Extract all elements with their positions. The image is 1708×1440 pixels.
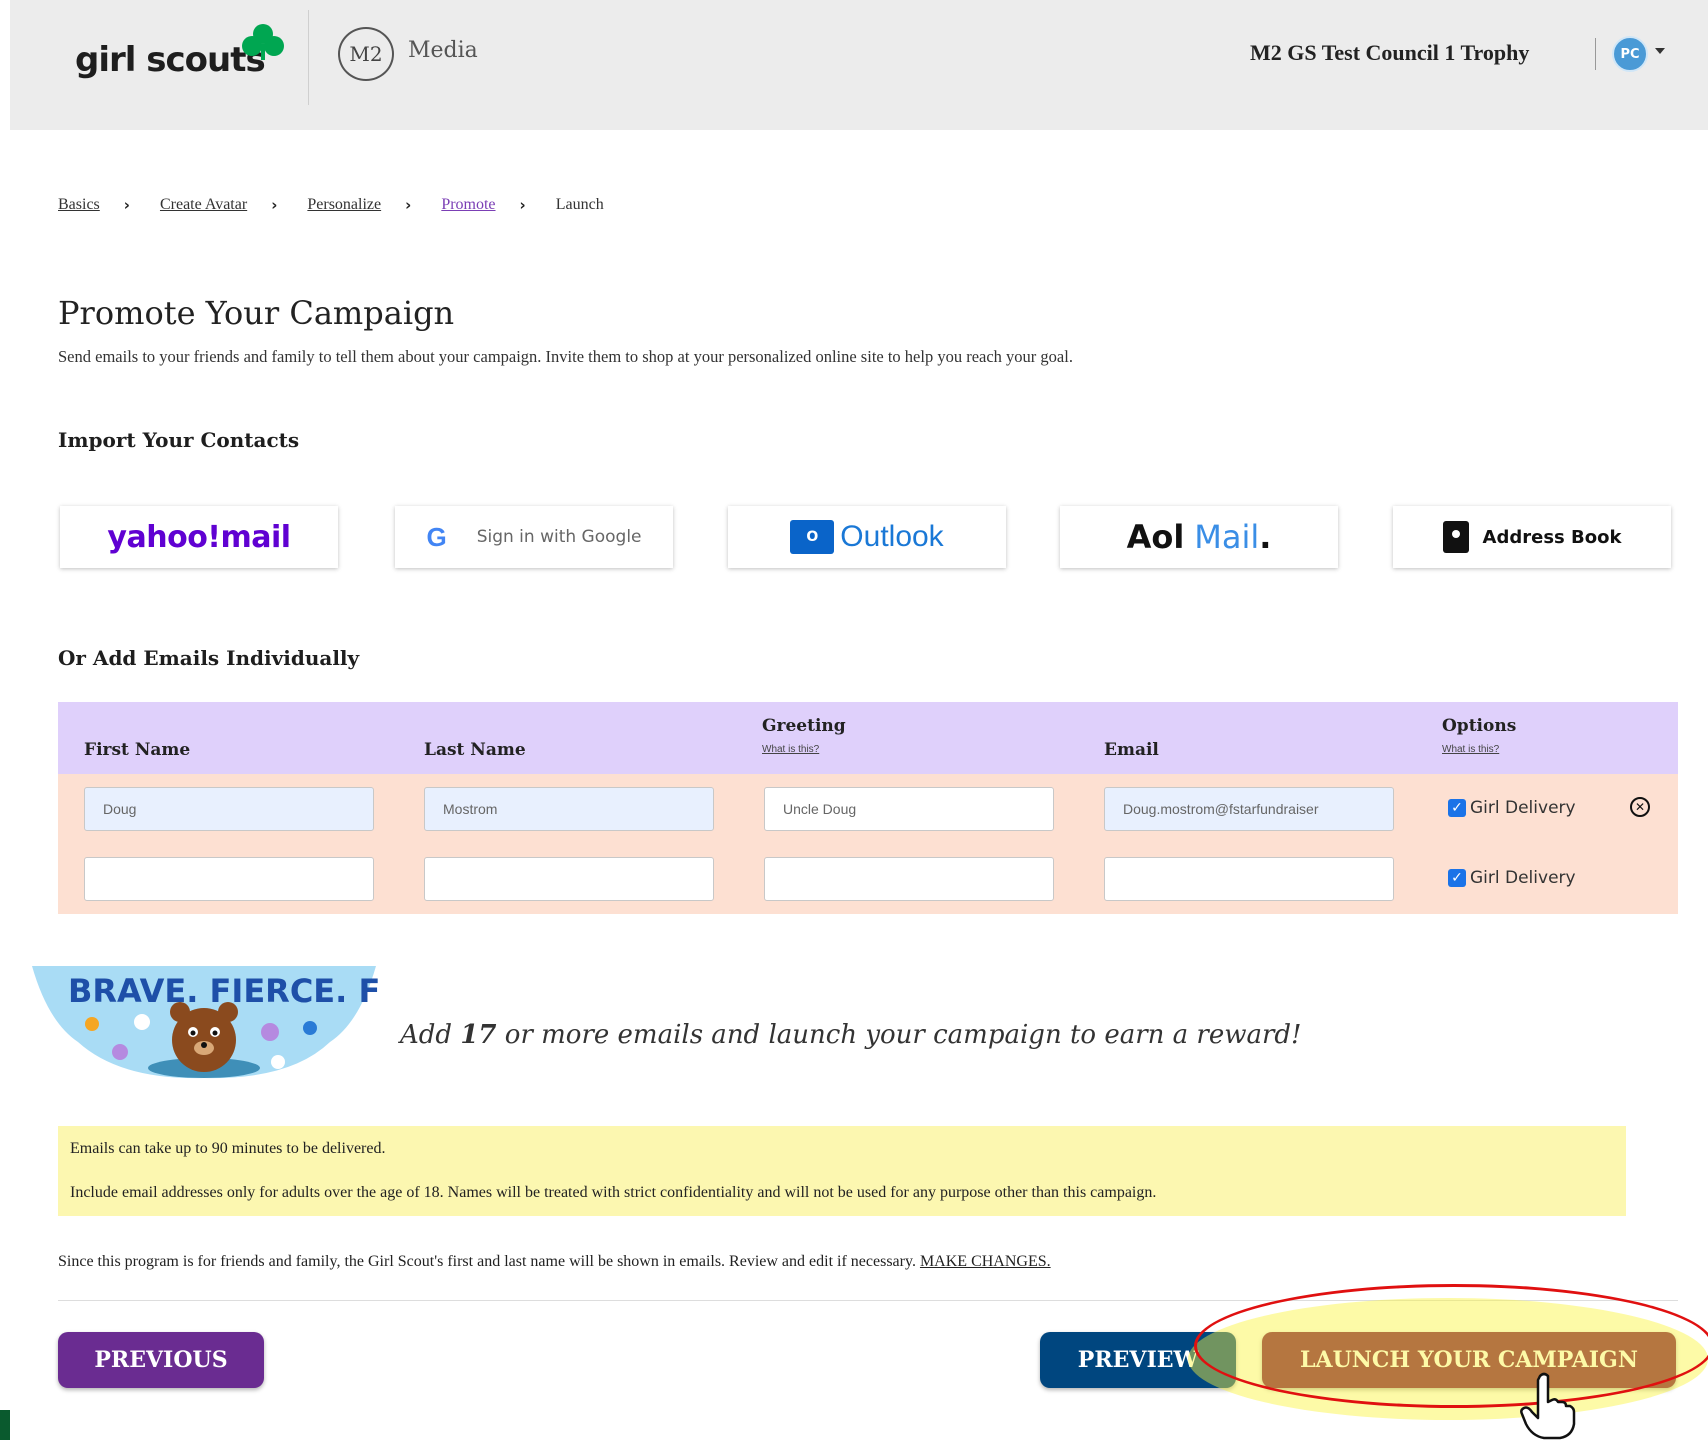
- girl-delivery-label: Girl Delivery: [1470, 868, 1576, 888]
- hand-cursor-icon: [1520, 1372, 1576, 1440]
- column-greeting: Greeting: [762, 716, 846, 736]
- breadcrumb-basics[interactable]: Basics: [58, 196, 100, 214]
- chevron-right-icon: ›: [405, 196, 412, 214]
- greeting-help-link[interactable]: What is this?: [762, 744, 819, 755]
- outlook-label: Outlook: [840, 520, 944, 553]
- name-disclosure-text: Since this program is for friends and fa…: [58, 1253, 1051, 1271]
- user-avatar[interactable]: PC: [1612, 36, 1648, 72]
- google-signin-label: Sign in with Google: [476, 527, 642, 547]
- address-book-label: Address Book: [1482, 526, 1622, 548]
- column-first-name: First Name: [84, 740, 191, 760]
- email-input[interactable]: Doug.mostrom@fstarfundraiser: [1104, 787, 1394, 831]
- breadcrumb-personalize[interactable]: Personalize: [307, 196, 381, 214]
- reward-count: 17: [460, 1020, 497, 1050]
- trefoil-logo-icon: [242, 24, 284, 60]
- girl-scouts-logo[interactable]: girl scouts: [75, 40, 266, 80]
- last-name-input[interactable]: Mostrom: [424, 787, 714, 831]
- m2-media-label: Media: [408, 38, 478, 63]
- page-title: Promote Your Campaign: [58, 294, 455, 332]
- google-icon: G: [426, 521, 447, 552]
- reward-message: Add 17 or more emails and launch your ca…: [400, 1020, 1302, 1050]
- checkbox-checked-icon[interactable]: ✓: [1448, 799, 1466, 817]
- aol-dot: .: [1259, 518, 1272, 556]
- aol-logo: Aol: [1126, 518, 1185, 556]
- remove-row-icon[interactable]: ✕: [1630, 797, 1650, 817]
- disclosure-text: Since this program is for friends and fa…: [58, 1253, 916, 1270]
- outlook-button[interactable]: O Outlook: [728, 506, 1006, 568]
- column-options: Options: [1442, 716, 1517, 736]
- aol-mail-button[interactable]: Aol Mail .: [1060, 506, 1338, 568]
- chevron-right-icon: ›: [519, 196, 526, 214]
- girl-delivery-label: Girl Delivery: [1470, 798, 1576, 818]
- make-changes-link[interactable]: MAKE CHANGES.: [920, 1253, 1051, 1270]
- address-book-icon: [1442, 521, 1469, 553]
- chevron-right-icon: ›: [123, 196, 130, 214]
- header-divider: [308, 10, 309, 105]
- header-separator: [1595, 38, 1596, 70]
- google-signin-button[interactable]: G Sign in with Google: [395, 506, 673, 568]
- reward-prefix: Add: [400, 1020, 453, 1050]
- m2-logo-icon: M2: [338, 27, 394, 81]
- page-description: Send emails to your friends and family t…: [58, 347, 1073, 366]
- reward-badge-icon: BRAVE. FIERCE. FUN!: [32, 966, 378, 1079]
- top-header: girl scouts M2 Media M2 GS Test Council …: [10, 0, 1708, 130]
- frame-corner: [0, 1410, 10, 1440]
- breadcrumb: Basics › Create Avatar › Personalize › P…: [58, 196, 604, 214]
- greeting-input[interactable]: Uncle Doug: [764, 787, 1054, 831]
- first-name-input[interactable]: Doug: [84, 787, 374, 831]
- emails-table: First Name Last Name Greeting What is th…: [58, 702, 1678, 914]
- girl-delivery-option[interactable]: ✓ Girl Delivery: [1448, 798, 1576, 818]
- table-row: ✓ Girl Delivery: [58, 844, 1678, 914]
- checkbox-checked-icon[interactable]: ✓: [1448, 869, 1466, 887]
- previous-button[interactable]: PREVIOUS: [58, 1332, 264, 1388]
- reward-suffix: or more emails and launch your campaign …: [504, 1020, 1302, 1050]
- first-name-input[interactable]: [84, 857, 374, 901]
- last-name-input[interactable]: [424, 857, 714, 901]
- campaign-name: M2 GS Test Council 1 Trophy: [1250, 40, 1530, 65]
- add-individually-heading: Or Add Emails Individually: [58, 646, 360, 670]
- breadcrumb-create-avatar[interactable]: Create Avatar: [160, 196, 247, 214]
- column-email: Email: [1104, 740, 1159, 760]
- notice-line-2: Include email addresses only for adults …: [70, 1184, 1157, 1201]
- delivery-notice: Emails can take up to 90 minutes to be d…: [58, 1126, 1626, 1216]
- yahoo-mail-logo: yahoo!mail: [107, 519, 291, 555]
- outlook-icon: O: [790, 520, 835, 554]
- breadcrumb-promote[interactable]: Promote: [441, 196, 495, 214]
- yahoo-mail-button[interactable]: yahoo!mail: [60, 506, 338, 568]
- chevron-right-icon: ›: [271, 196, 278, 214]
- chevron-down-icon[interactable]: [1655, 48, 1665, 54]
- options-help-link[interactable]: What is this?: [1442, 744, 1499, 755]
- girl-delivery-option[interactable]: ✓ Girl Delivery: [1448, 868, 1576, 888]
- address-book-button[interactable]: Address Book: [1393, 506, 1671, 568]
- table-row: Doug Mostrom Uncle Doug Doug.mostrom@fst…: [58, 774, 1678, 844]
- greeting-input[interactable]: [764, 857, 1054, 901]
- import-contacts-heading: Import Your Contacts: [58, 428, 300, 452]
- table-header: First Name Last Name Greeting What is th…: [58, 702, 1678, 774]
- notice-line-1: Emails can take up to 90 minutes to be d…: [70, 1140, 386, 1157]
- column-last-name: Last Name: [424, 740, 526, 760]
- breadcrumb-launch: Launch: [555, 196, 604, 213]
- aol-mail-label: Mail: [1194, 518, 1260, 556]
- red-circle-annotation: [1194, 1284, 1708, 1408]
- email-input[interactable]: [1104, 857, 1394, 901]
